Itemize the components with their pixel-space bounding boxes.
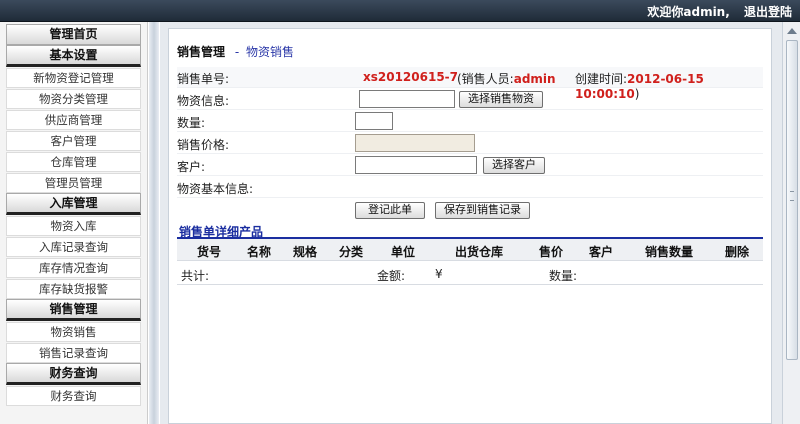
total-label: 共计: <box>181 269 210 283</box>
welcome-text: 欢迎你admin, <box>647 5 730 19</box>
col-unit: 单位 <box>391 245 416 259</box>
col-item-no: 货号 <box>197 245 222 259</box>
sidebar-item-stock-in[interactable]: 物资入库 <box>6 216 141 236</box>
col-customer: 客户 <box>589 245 614 259</box>
page-title-main: 销售管理 <box>177 45 226 59</box>
quantity-total-label: 数量: <box>549 269 578 283</box>
seller-info: (销售人员:admin <box>457 70 556 87</box>
sidebar-item-shortage-alert[interactable]: 库存缺货报警 <box>6 279 141 299</box>
sidebar-item-stock-in-records[interactable]: 入库记录查询 <box>6 237 141 257</box>
quantity-row: 数量: <box>177 111 763 132</box>
sidebar-item-sales-records[interactable]: 销售记录查询 <box>6 343 141 363</box>
quantity-label: 数量: <box>177 116 206 130</box>
order-number: xs20120615-7 <box>363 70 459 84</box>
top-bar: 欢迎你admin, 退出登陆 <box>0 0 800 22</box>
welcome-area: 欢迎你admin, 退出登陆 <box>637 3 792 20</box>
price-row: 销售价格: <box>177 133 763 154</box>
customer-input[interactable] <box>355 156 477 174</box>
sales-panel: 销售管理 - 物资销售 销售单号: xs20120615-7 (销售人员:adm… <box>168 28 772 424</box>
sidebar-group-basic[interactable]: 基本设置 <box>6 45 141 67</box>
register-order-button[interactable]: 登记此单 <box>355 202 425 219</box>
save-record-button[interactable]: 保存到销售记录 <box>435 202 530 219</box>
logout-link[interactable]: 退出登陆 <box>744 5 792 19</box>
sidebar-item-suppliers[interactable]: 供应商管理 <box>6 110 141 130</box>
goods-input[interactable] <box>359 90 455 108</box>
sidebar-item-goods-sales[interactable]: 物资销售 <box>6 322 141 342</box>
customer-label: 客户: <box>177 160 206 174</box>
col-delete: 删除 <box>725 245 750 259</box>
goods-info-label: 物资基本信息: <box>177 182 254 196</box>
sidebar-item-finance-query[interactable]: 财务查询 <box>6 386 141 406</box>
seller-name: admin <box>513 72 556 86</box>
action-row: 登记此单 保存到销售记录 <box>177 201 763 221</box>
select-customer-button[interactable]: 选择客户 <box>483 157 545 174</box>
col-category: 分类 <box>339 245 364 259</box>
sidebar-group-finance[interactable]: 财务查询 <box>6 363 141 385</box>
scroll-up-icon[interactable] <box>787 28 797 34</box>
sidebar-item-warehouses[interactable]: 仓库管理 <box>6 152 141 172</box>
order-row: 销售单号: xs20120615-7 (销售人员:admin 创建时间:2012… <box>177 67 763 101</box>
sidebar-item-admins[interactable]: 管理员管理 <box>6 173 141 193</box>
sidebar-item-new-goods[interactable]: 新物资登记管理 <box>6 68 141 88</box>
page-title-sub: 物资销售 <box>246 45 295 59</box>
sidebar-group-stock-in[interactable]: 入库管理 <box>6 193 141 215</box>
price-input[interactable] <box>355 134 475 152</box>
col-price: 售价 <box>539 245 564 259</box>
detail-table-header: 货号 名称 规格 分类 单位 出货仓库 售价 客户 销售数量 删除 <box>177 239 763 261</box>
sidebar: 管理首页 基本设置 新物资登记管理 物资分类管理 供应商管理 客户管理 仓库管理… <box>0 22 148 424</box>
goods-label: 物资信息: <box>177 94 230 108</box>
page-title-sep: - <box>234 45 240 59</box>
sidebar-item-goods-category[interactable]: 物资分类管理 <box>6 89 141 109</box>
sidebar-item-customers[interactable]: 客户管理 <box>6 131 141 151</box>
col-sales-qty: 销售数量 <box>645 245 694 259</box>
main-content: 销售管理 - 物资销售 销售单号: xs20120615-7 (销售人员:adm… <box>160 22 782 424</box>
page-title: 销售管理 - 物资销售 <box>177 43 294 60</box>
quantity-input[interactable] <box>355 112 393 130</box>
sidebar-item-inventory[interactable]: 库存情况查询 <box>6 258 141 278</box>
col-warehouse: 出货仓库 <box>455 245 504 259</box>
goods-info-row: 物资基本信息: <box>177 177 763 198</box>
detail-table-total: 共计: 金额: ¥ 数量: <box>177 263 763 285</box>
order-label: 销售单号: <box>177 72 230 86</box>
col-name: 名称 <box>247 245 272 259</box>
goods-row: 物资信息: 选择销售物资 <box>177 89 763 110</box>
grip-icon <box>790 191 794 201</box>
select-goods-button[interactable]: 选择销售物资 <box>459 91 543 108</box>
vertical-scrollbar[interactable] <box>782 22 800 424</box>
frame-divider[interactable] <box>149 22 159 424</box>
sidebar-home[interactable]: 管理首页 <box>6 24 141 45</box>
col-spec: 规格 <box>293 245 318 259</box>
create-time-prefix: 创建时间: <box>575 72 628 86</box>
price-label: 销售价格: <box>177 138 230 152</box>
customer-row: 客户: 选择客户 <box>177 155 763 176</box>
scroll-thumb[interactable] <box>786 40 798 360</box>
currency-symbol: ¥ <box>435 267 443 281</box>
sidebar-group-sales[interactable]: 销售管理 <box>6 299 141 321</box>
seller-prefix: (销售人员: <box>457 72 514 86</box>
amount-label: 金额: <box>377 269 406 283</box>
